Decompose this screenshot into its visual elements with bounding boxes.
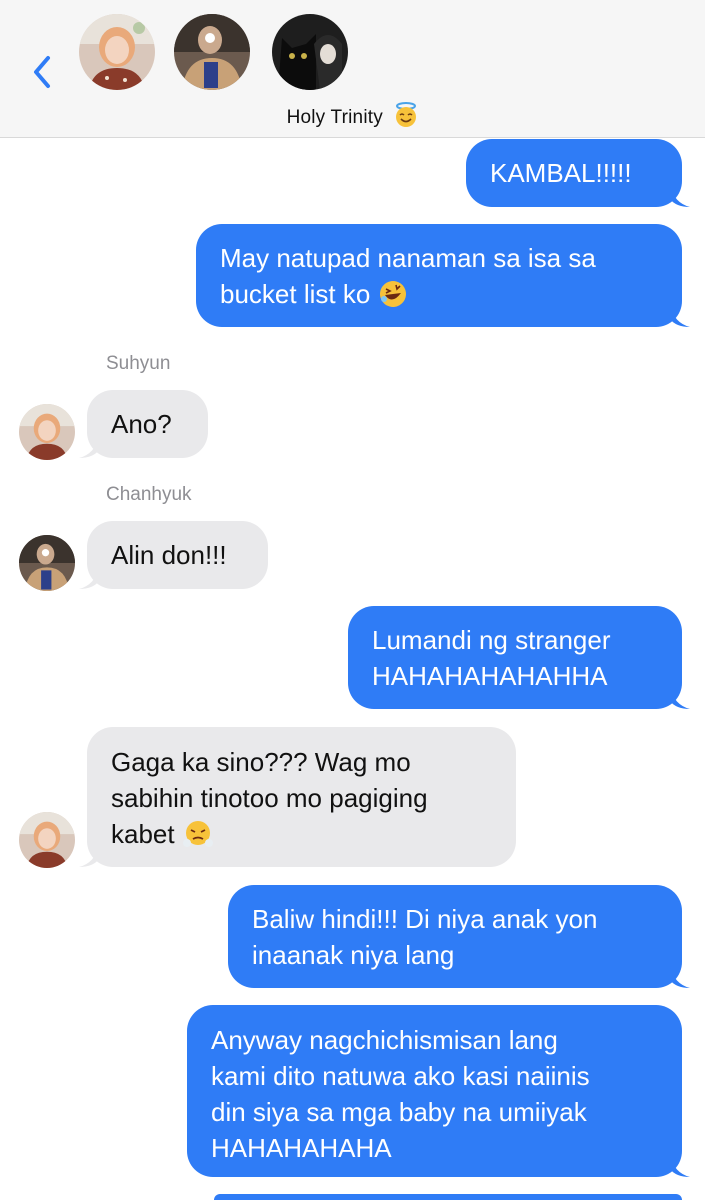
message-text: sabihin tinotoo mo pagiging [111,783,428,813]
message-text: Lumandi ng stranger [372,625,611,655]
outgoing-message-bubble[interactable]: May natupad nanaman sa isa sa bucket lis… [196,224,690,327]
avatar-suhyun [19,812,75,868]
avatar-chanhyuk [19,535,75,591]
bubble-tail [79,567,99,589]
group-name-text: Holy Trinity [286,107,383,128]
sender-avatar-suhyun[interactable] [19,404,75,460]
bubble-tail [79,436,99,458]
message-text: inaanak niya lang [252,940,455,970]
message-text: kami dito natuwa ako kasi naiinis [211,1061,590,1091]
group-avatar-chanhyuk[interactable] [174,14,250,90]
outgoing-message-bubble[interactable]: Baliw hindi!!! Di niya anak yon inaanak … [228,885,690,988]
avatar-black-cat [272,14,348,90]
conversation-header: Holy Trinity [0,0,705,138]
group-avatar-black-cat[interactable] [272,14,348,90]
bubble-tail [670,966,690,988]
message-text: May natupad nanaman sa isa sa [220,243,596,273]
face-with-steam-from-nose-icon [182,819,214,858]
outgoing-message-bubble[interactable]: Lumandi ng stranger HAHAHAHAHAHHA [348,606,690,709]
message-text: HAHAHAHAHAHHA [372,661,608,691]
message-text: Ano? [111,409,172,439]
sender-name: Suhyun [106,353,171,374]
bubble-tail [79,845,99,867]
bubble-tail [670,1155,690,1177]
avatar-suhyun [19,404,75,460]
incoming-message-bubble[interactable]: Ano? [79,390,208,458]
message-text: Alin don!!! [111,540,227,570]
message-text: HAHAHAHAHA [211,1133,392,1163]
message-text: Anyway nagchichismisan lang [211,1025,558,1055]
group-title[interactable]: Holy Trinity [0,102,705,134]
bubble-tail [670,687,690,709]
back-button[interactable] [28,52,58,92]
message-text: KAMBAL!!!!! [490,158,632,188]
bubble-tail [670,305,690,327]
message-text: din siya sa mga baby na umiiyak [211,1097,587,1127]
bubble-tail [670,185,690,207]
avatar-suhyun [79,14,155,90]
sender-avatar-suhyun[interactable] [19,812,75,868]
avatar-chanhyuk [174,14,250,90]
message-text: bucket list ko [220,279,371,309]
outgoing-message-bubble[interactable]: KAMBAL!!!!! [466,139,690,207]
sender-name: Chanhyuk [106,484,192,505]
sender-avatar-chanhyuk[interactable] [19,535,75,591]
group-avatar-suhyun[interactable] [79,14,155,90]
message-text: Baliw hindi!!! Di niya anak yon [252,904,598,934]
outgoing-message-bubble[interactable]: Anyway nagchichismisan lang kami dito na… [187,1005,690,1177]
chevron-left-icon [34,56,50,88]
incoming-message-bubble[interactable]: Alin don!!! [79,521,268,589]
smiling-face-with-halo-icon [394,102,418,134]
outgoing-message-bubble-partial[interactable] [214,1194,682,1200]
rolling-on-floor-laughing-icon [378,279,408,318]
incoming-message-bubble[interactable]: Gaga ka sino??? Wag mo sabihin tinotoo m… [79,727,516,867]
message-text: Gaga ka sino??? Wag mo [111,747,411,777]
message-text: kabet [111,819,175,849]
